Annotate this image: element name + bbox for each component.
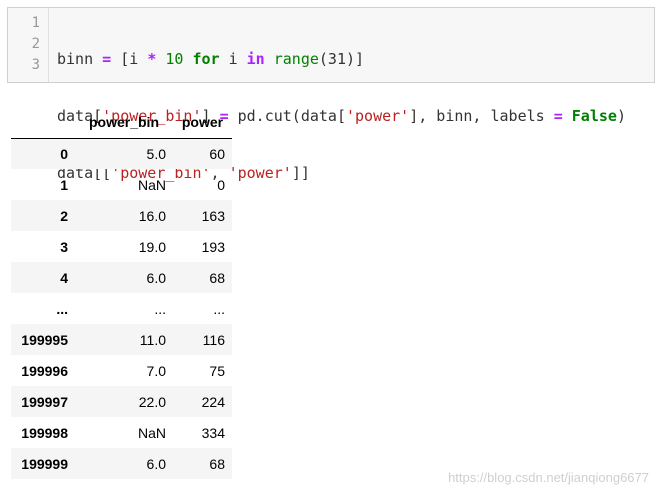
row-index: ...: [56, 300, 68, 317]
power-cell: 68: [209, 269, 225, 286]
power-cell: 116: [202, 331, 225, 348]
code-token: [i: [111, 50, 148, 68]
power-cell: ...: [213, 300, 225, 317]
table-row: 2 16.0 163: [11, 200, 232, 231]
code-token: pd.cut(data[: [228, 107, 346, 125]
table-row: 0 5.0 60: [11, 138, 232, 169]
power-cell: 75: [209, 362, 225, 379]
table-row: 199995 11.0 116: [11, 324, 232, 355]
watermark: https://blog.csdn.net/jianqiong6677: [448, 470, 649, 485]
power-bin-cell: 19.0: [138, 238, 166, 255]
line-number: 2: [31, 36, 40, 52]
table-row: 199997 22.0 224: [11, 386, 232, 417]
code-token: *: [147, 50, 157, 68]
power-cell: 224: [201, 393, 225, 410]
row-index: 199997: [21, 393, 68, 410]
column-header-power: power: [173, 107, 232, 139]
row-index: 2: [60, 207, 68, 224]
table-row: 199998 NaN 334: [11, 417, 232, 448]
code-token: ): [616, 107, 626, 125]
code-token: i: [219, 50, 247, 68]
row-index: 4: [60, 269, 68, 286]
power-cell: 0: [217, 176, 225, 193]
row-index: 0: [60, 145, 68, 162]
line-number: 1: [31, 15, 40, 31]
line-number: 3: [31, 57, 40, 73]
code-token: 10: [156, 50, 193, 68]
code-token: in: [246, 50, 265, 68]
row-index: 199996: [21, 362, 68, 379]
code-editor[interactable]: binn = [i * 10 for i in range(31)] data[…: [49, 8, 626, 182]
power-cell: 68: [209, 455, 225, 472]
code-token: False: [571, 107, 617, 125]
code-token: 'power': [346, 107, 410, 125]
power-bin-cell: 16.0: [138, 207, 166, 224]
row-index: 199998: [21, 424, 68, 441]
table-row: 3 19.0 193: [11, 231, 232, 262]
column-header-power-bin: power_bin: [75, 107, 173, 139]
code-token: ]]: [291, 164, 310, 182]
table-row: 4 6.0 68: [11, 262, 232, 293]
table-row: 1 NaN 0: [11, 169, 232, 200]
dataframe-output: power_bin power 0 5.0 60 1 NaN 0 2 16.0 …: [11, 107, 232, 479]
code-token: (31)]: [318, 50, 365, 68]
power-cell: 334: [201, 424, 225, 441]
power-bin-cell: NaN: [137, 176, 166, 193]
table-row-ellipsis: ... ... ...: [11, 293, 232, 324]
power-bin-cell: ...: [154, 300, 166, 317]
power-bin-cell: 7.0: [146, 362, 166, 379]
table-row: 199996 7.0 75: [11, 355, 232, 386]
row-index: 199999: [21, 455, 68, 472]
code-token: =: [102, 50, 112, 68]
power-bin-cell: 6.0: [146, 269, 166, 286]
power-bin-cell: 11.0: [139, 331, 166, 348]
code-token: =: [553, 107, 563, 125]
power-cell: 60: [209, 145, 225, 162]
table-header-row: power_bin power: [11, 107, 232, 139]
code-token: binn: [57, 50, 103, 68]
table-row: 199999 6.0 68: [11, 448, 232, 479]
code-line-1: binn = [i * 10 for i in range(31)]: [57, 49, 626, 70]
power-bin-cell: 5.0: [146, 145, 166, 162]
row-index: 199995: [21, 331, 68, 348]
power-cell: 163: [201, 207, 225, 224]
power-bin-cell: 6.0: [146, 455, 166, 472]
code-cell[interactable]: 1 2 3 binn = [i * 10 for i in range(31)]…: [7, 7, 655, 182]
power-bin-cell: 22.0: [138, 393, 166, 410]
row-index: 1: [60, 176, 68, 193]
index-header: [11, 107, 75, 139]
power-bin-cell: NaN: [137, 424, 166, 441]
row-index: 3: [60, 238, 68, 255]
code-token: for: [192, 50, 220, 68]
power-cell: 193: [201, 238, 225, 255]
code-token: range: [273, 50, 319, 68]
line-number-gutter: 1 2 3: [8, 8, 49, 82]
code-token: 'power': [228, 164, 292, 182]
code-token: ], binn, labels: [409, 107, 554, 125]
